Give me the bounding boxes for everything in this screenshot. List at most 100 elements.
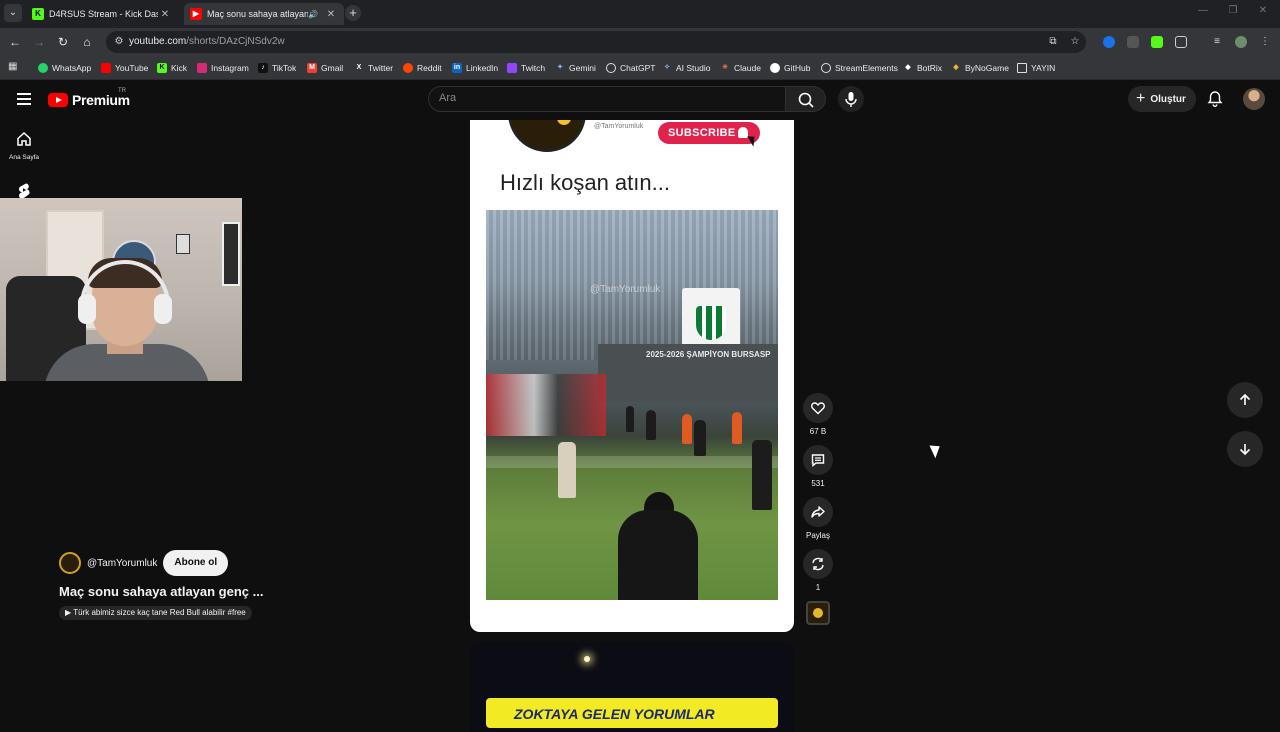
- tab-youtube-short[interactable]: ▶ Maç sonu sahaya atlayan genç 🔊 ✕: [184, 3, 344, 25]
- shorts-video-player[interactable]: @TamYorumluk SUBSCRIBE Hızlı koşan atın.…: [470, 120, 794, 632]
- glow-light: [584, 656, 590, 662]
- comment-icon: [811, 454, 825, 467]
- tab-search-button[interactable]: ⌄: [4, 4, 22, 22]
- site-info-icon[interactable]: ⚙: [112, 35, 126, 49]
- share-action[interactable]: Paylaş: [802, 497, 834, 540]
- next-short-preview[interactable]: ZOKTAYA GELEN YORUMLAR: [470, 642, 794, 732]
- maximize-icon[interactable]: ❐: [1218, 5, 1248, 16]
- close-icon[interactable]: ✕: [324, 9, 338, 20]
- bookmark-streamelements[interactable]: StreamElements: [821, 61, 898, 75]
- microphone-icon: [845, 92, 857, 107]
- twitch-icon: [507, 63, 517, 73]
- account-avatar[interactable]: [1243, 88, 1265, 110]
- streamer-webcam-overlay: [0, 198, 242, 381]
- comments-action[interactable]: 531: [802, 445, 834, 488]
- sound-chip[interactable]: ▶ Türk abimiz sizce kaç tane Red Bull al…: [59, 606, 252, 620]
- bookmark-bynogame[interactable]: ◈ ByNoGame: [951, 61, 1009, 75]
- extension-icon[interactable]: [1127, 36, 1139, 48]
- video-overlay-handle: @TamYorumluk: [594, 123, 644, 130]
- sound-chip-label: Türk abimiz sizce kaç tane Red Bull alab…: [73, 608, 246, 617]
- comments-button[interactable]: [803, 445, 833, 475]
- previous-short-button[interactable]: [1227, 382, 1263, 418]
- minimize-icon[interactable]: —: [1188, 5, 1218, 16]
- video-caption-text: Hızlı koşan atın...: [500, 170, 670, 195]
- search-field[interactable]: [428, 86, 786, 112]
- x-icon: X: [356, 64, 362, 71]
- remix-action[interactable]: 1: [802, 549, 834, 592]
- apps-grid-icon[interactable]: ▦: [8, 61, 20, 73]
- media-control-icon[interactable]: ≡: [1211, 36, 1223, 48]
- create-button[interactable]: + Oluştur: [1128, 86, 1196, 112]
- tab-title: Maç sonu sahaya atlayan genç: [207, 9, 309, 19]
- close-icon[interactable]: ✕: [158, 9, 172, 20]
- reload-icon[interactable]: ↻: [55, 34, 71, 50]
- bookmark-reddit[interactable]: Reddit: [403, 61, 442, 75]
- forward-icon[interactable]: →: [31, 34, 47, 50]
- extension-icon[interactable]: [1103, 36, 1115, 48]
- bookmark-kick[interactable]: K Kick: [157, 61, 187, 75]
- voice-search-button[interactable]: [838, 86, 864, 112]
- browser-tab-bar: ⌄ K D4RSUS Stream - Kick Dashboard ✕ ▶ M…: [0, 0, 1280, 28]
- back-icon[interactable]: ←: [7, 34, 23, 50]
- video-watermark: @TamYorumluk: [590, 284, 661, 295]
- github-icon: [770, 63, 780, 73]
- bookmark-twitch[interactable]: Twitch: [507, 61, 545, 75]
- steward-figure: [732, 412, 742, 444]
- youtube-icon: ▶: [190, 8, 202, 20]
- share-icon: [811, 506, 825, 518]
- channel-avatar[interactable]: [59, 552, 81, 574]
- youtube-premium-logo[interactable]: Premium TR: [48, 88, 130, 108]
- bookmark-whatsapp[interactable]: WhatsApp: [38, 61, 91, 75]
- subscribe-button[interactable]: Abone ol: [163, 550, 229, 576]
- bookmark-ai-studio[interactable]: ✧ AI Studio: [662, 61, 710, 75]
- bookmark-linkedin[interactable]: in LinkedIn: [452, 61, 498, 75]
- kick-extension-icon[interactable]: [1151, 36, 1163, 48]
- youtube-masthead: Premium TR + Oluştur: [0, 80, 1280, 120]
- window-close-icon[interactable]: ✕: [1248, 5, 1278, 16]
- bookmark-gmail[interactable]: M Gmail: [307, 61, 343, 75]
- bookmark-gemini[interactable]: ✦ Gemini: [555, 61, 596, 75]
- bookmark-twitter[interactable]: X Twitter: [354, 61, 393, 75]
- tab-kick-dashboard[interactable]: K D4RSUS Stream - Kick Dashboard ✕: [26, 3, 178, 25]
- heart-icon: [811, 402, 825, 415]
- arrow-down-icon: [1239, 444, 1251, 456]
- search-input[interactable]: [439, 92, 769, 104]
- puzzle-icon[interactable]: [1175, 36, 1187, 48]
- home-icon[interactable]: ⌂: [79, 34, 95, 50]
- speaker-icon[interactable]: 🔊: [308, 10, 318, 19]
- guide-home[interactable]: Ana Sayfa: [0, 131, 48, 161]
- home-icon: [17, 131, 31, 146]
- menu-icon[interactable]: [17, 93, 31, 105]
- share-button[interactable]: [803, 497, 833, 527]
- browser-menu-icon[interactable]: ⋮: [1259, 36, 1271, 48]
- cast-icon[interactable]: ⧉: [1046, 35, 1060, 49]
- create-label: Oluştur: [1150, 93, 1186, 105]
- like-count: 67 B: [809, 427, 827, 436]
- bookmark-tiktok[interactable]: ♪ TikTok: [258, 61, 296, 75]
- bookmark-github[interactable]: GitHub: [770, 61, 810, 75]
- profile-icon[interactable]: [1235, 36, 1247, 48]
- like-button[interactable]: [803, 393, 833, 423]
- bookmark-chatgpt[interactable]: ChatGPT: [606, 61, 655, 75]
- bookmark-youtube[interactable]: YouTube: [101, 61, 148, 75]
- bynogame-icon: ◈: [953, 64, 959, 71]
- webcam-wall-frame: [176, 234, 190, 254]
- bookmark-folder-yayin[interactable]: YAYIN: [1017, 61, 1055, 75]
- bookmark-claude[interactable]: ✳ Claude: [720, 61, 761, 75]
- channel-handle[interactable]: @TamYorumluk: [87, 558, 157, 569]
- remix-button[interactable]: [803, 549, 833, 579]
- comment-count: 531: [811, 479, 825, 488]
- bookmark-botrix[interactable]: ◆ BotRix: [903, 61, 942, 75]
- sound-source-avatar[interactable]: [806, 601, 830, 625]
- next-short-button[interactable]: [1227, 431, 1263, 467]
- bookmark-star-icon[interactable]: ☆: [1068, 35, 1082, 49]
- fan-banner: [486, 374, 606, 436]
- bookmark-instagram[interactable]: Instagram: [197, 61, 249, 75]
- short-title[interactable]: Maç sonu sahaya atlayan genç ...: [59, 584, 263, 599]
- new-tab-button[interactable]: +: [345, 5, 361, 21]
- notifications-bell-icon[interactable]: [1206, 90, 1224, 108]
- headphone-left-cup: [78, 294, 96, 324]
- address-bar[interactable]: ⚙ youtube.com/shorts/DAzCjNSdv2w ⧉ ☆: [106, 31, 1086, 53]
- like-action[interactable]: 67 B: [802, 393, 834, 436]
- search-button[interactable]: [786, 86, 826, 112]
